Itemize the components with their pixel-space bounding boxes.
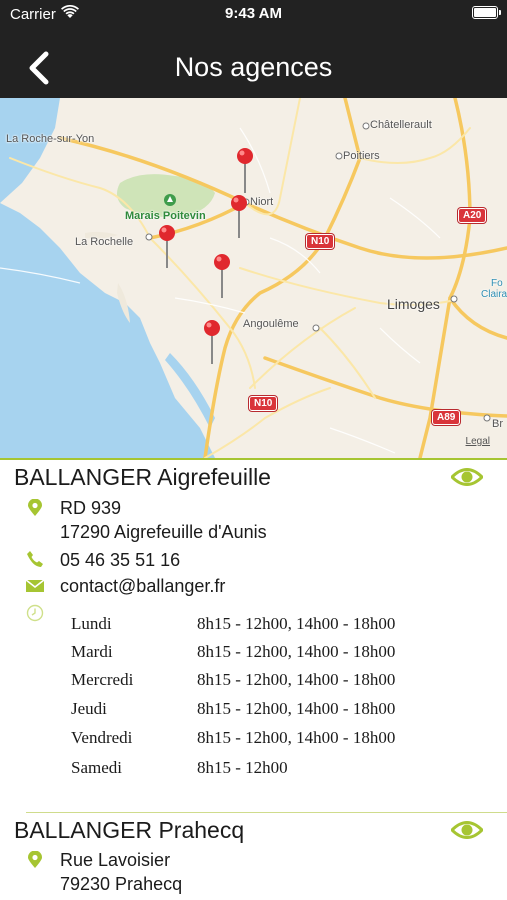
map-label-la-roche-sur-yon: La Roche-sur-Yon [6, 133, 95, 145]
phone-number[interactable]: 05 46 35 51 16 [60, 550, 180, 571]
agency-name: BALLANGER Aigrefeuille [14, 464, 271, 490]
map-label-limoges: Limoges [387, 296, 440, 312]
hours-time: 8h15 - 12h00, 14h00 - 18h00 [197, 670, 396, 689]
road-shield-a89: A89 [432, 410, 461, 425]
hours-day: Jeudi [71, 699, 107, 718]
email-address[interactable]: contact@ballanger.fr [60, 576, 225, 597]
address-line-2: 79230 Prahecq [60, 874, 183, 894]
road-shield-n10: N10 [306, 234, 335, 249]
location-pin-icon [28, 851, 42, 868]
top-bar: Carrier 9:43 AM Nos agences [0, 0, 507, 98]
status-bar: Carrier 9:43 AM [0, 0, 507, 30]
phone-icon [27, 551, 43, 567]
eye-icon[interactable] [451, 819, 483, 841]
map-label-niort: Niort [250, 196, 274, 208]
clock: 9:43 AM [225, 5, 282, 22]
hours-day: Samedi [71, 758, 122, 777]
map-label-la-rochelle: La Rochelle [75, 236, 134, 248]
hours-time: 8h15 - 12h00, 14h00 - 18h00 [197, 614, 396, 633]
hours-time: 8h15 - 12h00 [197, 758, 288, 777]
map-label-claira: Claira [481, 289, 507, 300]
battery-icon [472, 6, 501, 19]
map-label-br: Br [492, 418, 503, 430]
address-line-2: 17290 Aigrefeuille d'Aunis [60, 522, 267, 542]
address-line-1: RD 939 [60, 498, 122, 518]
address-line-1: Rue Lavoisier [60, 850, 171, 870]
hours-day: Lundi [71, 614, 112, 633]
map-label-chatellerault: Châtellerault [370, 119, 432, 131]
hours-time: 8h15 - 12h00, 14h00 - 18h00 [197, 642, 396, 661]
page-title: Nos agences [174, 52, 333, 82]
map-label-angouleme: Angoulême [243, 318, 299, 330]
eye-icon[interactable] [451, 466, 483, 488]
hours-time: 8h15 - 12h00, 14h00 - 18h00 [197, 728, 396, 747]
map-label-marais-poitevin: Marais Poitevin [125, 210, 206, 222]
agencies-map[interactable]: La Roche-sur-Yon Châtellerault Poitiers … [0, 98, 507, 458]
road-shield-n10: N10 [249, 396, 278, 411]
hours-time: 8h15 - 12h00, 14h00 - 18h00 [197, 699, 396, 718]
email-icon [26, 579, 44, 592]
clock-icon [26, 604, 44, 622]
agency-name: BALLANGER Prahecq [14, 817, 245, 843]
navigation-bar: Nos agences [0, 38, 507, 98]
road-shield-a20: A20 [458, 208, 487, 223]
hours-day: Mercredi [71, 670, 134, 689]
map-separator [0, 458, 507, 460]
hours-day: Mardi [71, 642, 113, 661]
agency-divider [26, 812, 507, 813]
location-pin-icon [28, 499, 42, 516]
map-label-foret: Fo [491, 278, 503, 289]
map-label-poitiers: Poitiers [343, 150, 380, 162]
map-legal-link[interactable]: Legal [466, 436, 490, 447]
hours-day: Vendredi [71, 728, 133, 747]
